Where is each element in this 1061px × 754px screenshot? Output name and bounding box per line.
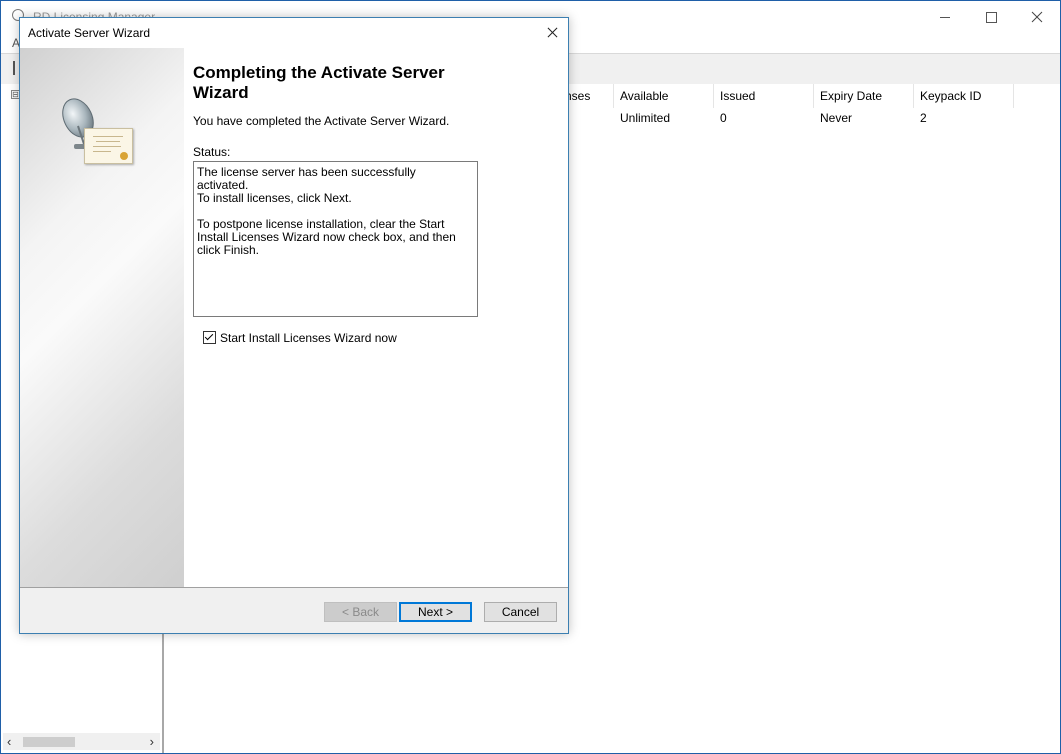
wizard-sidebar-graphic — [20, 48, 184, 587]
status-text-line: To install licenses, click Next. — [197, 191, 352, 205]
start-install-wizard-checkbox-label[interactable]: Start Install Licenses Wizard now — [220, 331, 397, 345]
scroll-thumb[interactable] — [23, 737, 75, 747]
cell-expiry-date: Never — [820, 111, 853, 125]
status-label: Status: — [193, 145, 231, 159]
back-button[interactable]: < Back — [324, 602, 397, 622]
status-text-line: The license server has been successfully… — [197, 165, 416, 192]
main-close-button[interactable] — [1014, 1, 1060, 33]
maximize-icon — [985, 11, 997, 23]
wizard-titlebar: Activate Server Wizard — [20, 18, 568, 48]
column-header-keypack-id[interactable]: Keypack ID — [914, 84, 1014, 108]
wizard-heading: Completing the Activate Server Wizard — [193, 63, 445, 102]
cell-keypack-id: 2 — [920, 111, 927, 125]
cancel-button[interactable]: Cancel — [484, 602, 557, 622]
close-icon — [1031, 11, 1043, 23]
activate-server-wizard-dialog: Activate Server Wizard Completing the Ac… — [19, 17, 569, 634]
status-textbox[interactable]: The license server has been successfully… — [193, 161, 478, 317]
status-text-line: To postpone license installation, clear … — [197, 217, 456, 257]
start-install-wizard-checkbox[interactable] — [203, 331, 216, 344]
column-header-issued[interactable]: Issued — [714, 84, 814, 108]
wizard-title: Activate Server Wizard — [28, 26, 151, 40]
cell-issued: 0 — [720, 111, 727, 125]
column-header-available[interactable]: Available — [614, 84, 714, 108]
horizontal-scrollbar[interactable]: ‹ › — [3, 733, 160, 750]
minimize-icon — [940, 16, 950, 18]
column-header-expiry-date[interactable]: Expiry Date — [814, 84, 914, 108]
cell-available: Unlimited — [620, 111, 671, 125]
scroll-left-icon[interactable]: ‹ — [7, 733, 11, 750]
next-button[interactable]: Next > — [399, 602, 472, 622]
wizard-content: Completing the Activate Server Wizard Yo… — [20, 48, 568, 588]
wizard-close-button[interactable] — [536, 18, 568, 48]
minimize-button[interactable] — [922, 1, 968, 33]
wizard-intro-text: You have completed the Activate Server W… — [193, 114, 450, 128]
certificate-icon — [84, 128, 133, 164]
scroll-right-icon[interactable]: › — [150, 733, 154, 750]
maximize-button[interactable] — [968, 1, 1014, 33]
